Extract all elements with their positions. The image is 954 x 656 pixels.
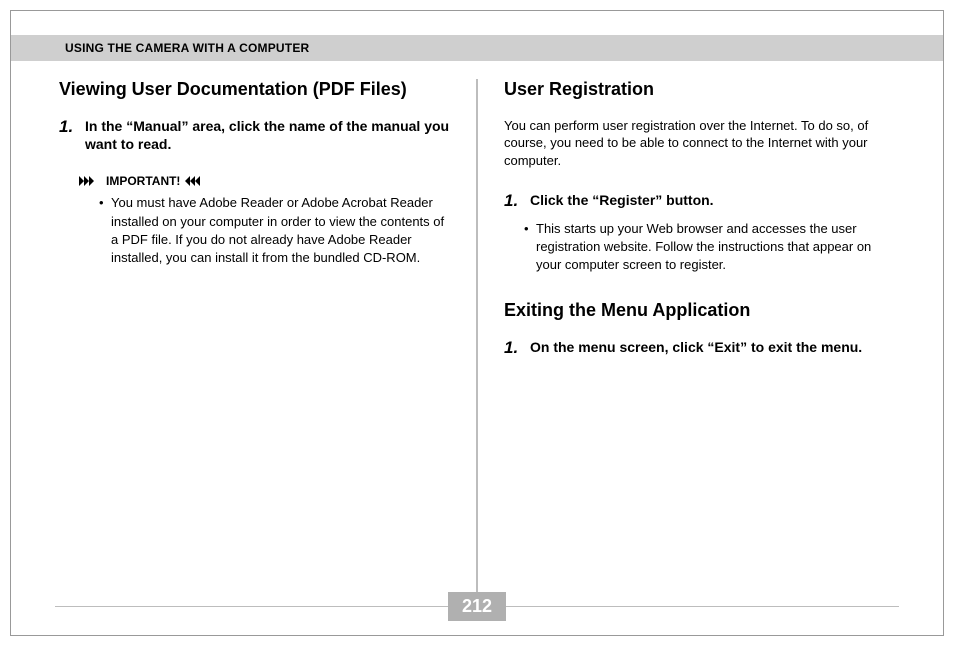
registration-bullet-item: This starts up your Web browser and acce… — [524, 220, 895, 275]
left-heading: Viewing User Documentation (PDF Files) — [59, 79, 450, 101]
footer-rule-right — [506, 606, 899, 607]
section-header-title: USING THE CAMERA WITH A COMPUTER — [65, 41, 309, 55]
right-step-1: 1. Click the “Register” button. — [504, 191, 895, 211]
left-column: Viewing User Documentation (PDF Files) 1… — [55, 79, 474, 609]
step-number: 1. — [504, 191, 522, 211]
section-header-bar: USING THE CAMERA WITH A COMPUTER — [11, 35, 943, 61]
page-footer: 212 — [11, 592, 943, 621]
left-step-1: 1. In the “Manual” area, click the name … — [59, 117, 450, 155]
triangles-left-icon — [185, 176, 207, 186]
important-label-row: IMPORTANT! — [79, 174, 450, 188]
important-bullet-item: You must have Adobe Reader or Adobe Acro… — [99, 194, 450, 267]
registration-bullet-list: This starts up your Web browser and acce… — [504, 220, 895, 275]
page-number-box: 212 — [448, 592, 506, 621]
right-step-2: 1. On the menu screen, click “Exit” to e… — [504, 338, 895, 358]
column-divider — [476, 79, 478, 609]
registration-intro: You can perform user registration over t… — [504, 117, 895, 170]
manual-page: USING THE CAMERA WITH A COMPUTER Viewing… — [10, 10, 944, 636]
important-label: IMPORTANT! — [106, 174, 180, 188]
right-heading-2: Exiting the Menu Application — [504, 300, 895, 322]
footer-rule-left — [55, 606, 448, 607]
spacer — [504, 274, 895, 300]
step-text: In the “Manual” area, click the name of … — [85, 117, 450, 155]
triangles-right-icon — [79, 176, 101, 186]
step-text: Click the “Register” button. — [530, 191, 895, 210]
right-column: User Registration You can perform user r… — [480, 79, 899, 609]
columns-wrapper: Viewing User Documentation (PDF Files) 1… — [11, 79, 943, 609]
important-bullet-list: You must have Adobe Reader or Adobe Acro… — [79, 194, 450, 267]
step-number: 1. — [59, 117, 77, 137]
important-block: IMPORTANT! You must have Adobe Reader or… — [59, 174, 450, 267]
step-text: On the menu screen, click “Exit” to exit… — [530, 338, 895, 357]
right-heading-1: User Registration — [504, 79, 895, 101]
step-number: 1. — [504, 338, 522, 358]
